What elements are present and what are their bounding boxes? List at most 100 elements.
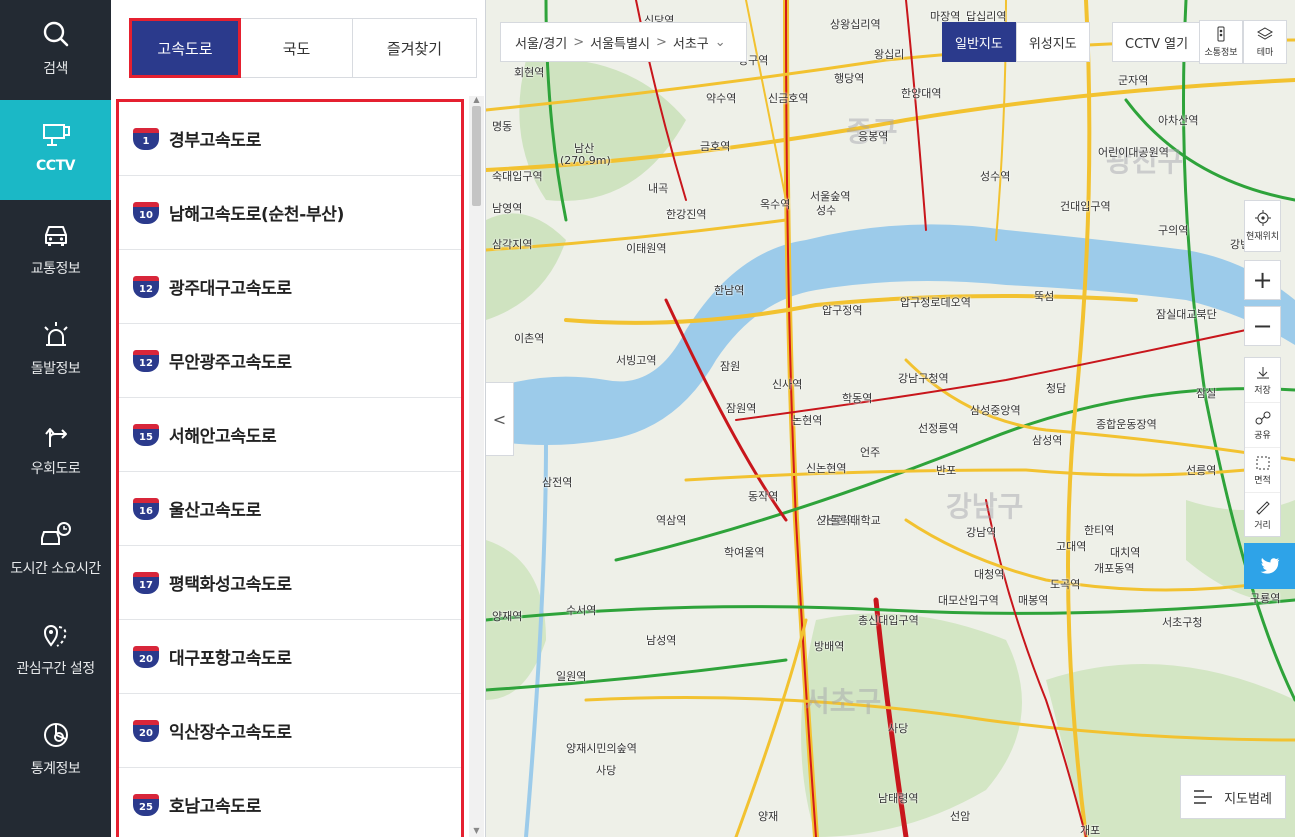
layers-icon: [1257, 27, 1273, 40]
scroll-down-icon[interactable]: ▼: [472, 827, 481, 835]
list-item[interactable]: 12 광주대구고속도로: [119, 250, 461, 324]
map-place-label: 강남역: [966, 526, 997, 539]
main-sidebar: 검색 CCTV 교통정보 돌발정보 우회도로 도시간 소요시간 관심구간 설정: [0, 0, 111, 837]
list-item[interactable]: 25 호남고속도로: [119, 768, 461, 837]
map-place-label: 논현역: [792, 414, 823, 427]
scroll-up-icon[interactable]: ▲: [472, 96, 481, 104]
highway-shield-icon: 10: [133, 201, 159, 224]
highway-name: 대구포항고속도로: [169, 649, 292, 669]
list-item[interactable]: 10 남해고속도로(순천-부산): [119, 176, 461, 250]
highway-shield-icon: 20: [133, 719, 159, 742]
tool-label: 거리: [1254, 521, 1271, 531]
tab-expressway[interactable]: 고속도로: [129, 18, 241, 78]
scroll-thumb[interactable]: [472, 106, 481, 206]
sidebar-item-incident[interactable]: 돌발정보: [0, 300, 111, 400]
map-place-label: 한남역: [714, 284, 745, 297]
download-icon: [1256, 366, 1269, 378]
map-place-label: 총신대입구역: [858, 614, 919, 627]
map-place-label: 양재: [758, 810, 779, 823]
highway-shield-icon: 15: [133, 423, 159, 446]
sidebar-item-label: 돌발정보: [30, 361, 81, 377]
map-place-label: 양재역: [492, 610, 523, 623]
map-place-label: 금호역: [700, 140, 731, 153]
panel-collapse-button[interactable]: <: [486, 382, 514, 456]
tool-label: 공유: [1254, 430, 1271, 441]
sidebar-item-detour[interactable]: 우회도로: [0, 400, 111, 500]
map-place-label: 잠원역: [726, 402, 757, 415]
app-root: 검색 CCTV 교통정보 돌발정보 우회도로 도시간 소요시간 관심구간 설정: [0, 0, 1295, 837]
theme-button[interactable]: 테마: [1243, 20, 1287, 64]
tab-label: 즐겨찾기: [386, 39, 443, 58]
list-item[interactable]: 15 서해안고속도로: [119, 398, 461, 472]
area-icon: [1256, 456, 1269, 469]
map-place-label: 남영역: [492, 202, 523, 215]
zoom-out-button[interactable]: −: [1244, 306, 1281, 346]
map-place-label: 성수: [816, 204, 837, 217]
map-place-label: 양재시민의숲역: [566, 742, 637, 755]
sidebar-item-statistics[interactable]: 통계정보: [0, 700, 111, 800]
list-item[interactable]: 20 대구포항고속도로: [119, 620, 461, 694]
breadcrumb-item[interactable]: 서초구: [673, 33, 709, 52]
sidebar-item-cctv[interactable]: CCTV: [0, 100, 111, 200]
sidebar-item-search[interactable]: 검색: [0, 0, 111, 100]
area-measure-button[interactable]: 면적: [1245, 448, 1280, 493]
map-type-normal-button[interactable]: 일반지도: [942, 22, 1016, 62]
map-place-label: 강남구청역: [898, 372, 949, 385]
theme-label: 테마: [1256, 48, 1274, 58]
map-place-label: 잠실대교북단: [1156, 308, 1217, 321]
tab-national-road[interactable]: 국도: [241, 18, 353, 78]
breadcrumb-item[interactable]: 서울특별시: [590, 33, 650, 52]
share-button[interactable]: 공유: [1245, 403, 1280, 448]
sidebar-item-interest-route[interactable]: 관심구간 설정: [0, 600, 111, 700]
distance-measure-button[interactable]: 거리: [1245, 493, 1280, 538]
ruler-icon: [1255, 501, 1270, 515]
map-place-label: 신금호역: [768, 92, 809, 105]
tool-label: 면적: [1254, 475, 1271, 486]
list-item[interactable]: 20 익산장수고속도로: [119, 694, 461, 768]
twitter-share-button[interactable]: [1244, 543, 1295, 589]
map-place-label: 고대역: [1056, 540, 1087, 553]
map-place-label: 신사역: [772, 378, 803, 391]
map-place-label: 도곡역: [1050, 578, 1081, 591]
highway-name: 익산장수고속도로: [169, 723, 292, 743]
car-icon: [44, 226, 67, 246]
twitter-icon: [1260, 558, 1279, 574]
highway-name: 호남고속도로: [169, 797, 262, 817]
save-button[interactable]: 저장: [1245, 358, 1280, 403]
traffic-map[interactable]: 중구 광진구 강남구 서초구 신당역 상왕십리역 마장역 답십리역 왕십리 군자역 청구역 행…: [486, 0, 1295, 837]
map-place-label: 개포: [1080, 824, 1101, 837]
sidebar-item-label: CCTV: [36, 158, 75, 174]
map-place-label: 삼성역: [1032, 434, 1063, 447]
highway-name: 서해안고속도로: [169, 427, 277, 447]
highway-shield-icon: 12: [133, 275, 159, 298]
list-item[interactable]: 16 울산고속도로: [119, 472, 461, 546]
chevron-down-icon[interactable]: ⌄: [715, 35, 726, 50]
highway-name: 경부고속도로: [169, 131, 262, 151]
highway-shield-icon: 25: [133, 793, 159, 816]
map-legend-button[interactable]: 지도범례: [1180, 775, 1286, 819]
sidebar-item-travel-time[interactable]: 도시간 소요시간: [0, 500, 111, 600]
highway-shield-icon: 20: [133, 645, 159, 668]
list-scrollbar[interactable]: ▲ ▼: [469, 96, 484, 837]
list-item[interactable]: 12 무안광주고속도로: [119, 324, 461, 398]
cctv-open-button[interactable]: CCTV 열기: [1112, 22, 1202, 62]
map-place-label: 개포동역: [1094, 562, 1135, 575]
map-type-toggle: 일반지도 위성지도: [942, 22, 1090, 62]
current-location-button[interactable]: 현재위치: [1244, 200, 1281, 252]
map-type-satellite-button[interactable]: 위성지도: [1015, 22, 1090, 62]
map-place-label: 한양대역: [901, 87, 942, 100]
traffic-info-button[interactable]: 소통정보: [1199, 20, 1243, 64]
map-place-label: 남성역: [646, 634, 677, 647]
map-place-label: 아차산역: [1158, 114, 1199, 127]
tab-favorites[interactable]: 즐겨찾기: [353, 18, 477, 78]
map-place-label: 삼전역: [542, 476, 573, 489]
map-place-label: 대청역: [974, 568, 1005, 581]
sidebar-item-traffic[interactable]: 교통정보: [0, 200, 111, 300]
road-type-tabs: 고속도로 국도 즐겨찾기: [129, 18, 477, 78]
list-item[interactable]: 17 평택화성고속도로: [119, 546, 461, 620]
map-place-label: 선릉역: [1186, 464, 1217, 477]
breadcrumb-item[interactable]: 서울/경기: [515, 33, 567, 52]
zoom-in-button[interactable]: +: [1244, 260, 1281, 300]
list-item[interactable]: 1 경부고속도로: [119, 102, 461, 176]
highway-name: 남해고속도로(순천-부산): [169, 205, 345, 225]
